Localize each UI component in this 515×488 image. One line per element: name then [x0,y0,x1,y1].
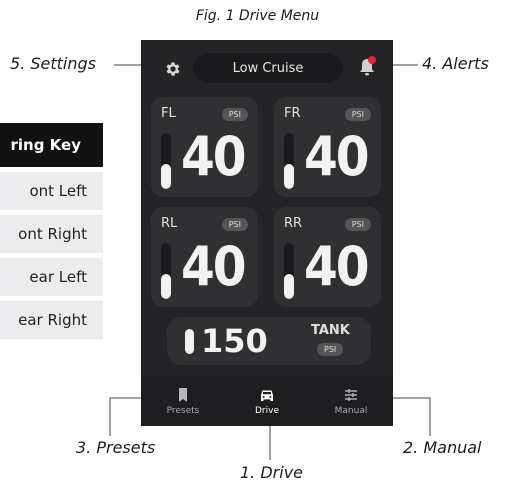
tire-tile-fl[interactable]: FL PSI 40 [151,97,258,197]
callout-alerts: 4. Alerts [422,54,489,73]
bell-icon[interactable] [357,55,379,79]
tank-value: 150 [201,322,268,360]
key-row-front-left: ont Left [0,172,103,210]
gauge-fill [284,163,294,189]
tire-tile-fr[interactable]: FR PSI 40 [274,97,381,197]
callout-presets: 3. Presets [76,438,156,457]
key-row-rear-left: ear Left [0,258,103,296]
psi-badge: PSI [221,108,248,121]
pressure-value: 40 [304,125,370,188]
gauge-fill [161,273,171,299]
gauge-fill [161,163,171,189]
tile-corner-label: RR [284,216,303,231]
tile-corner-label: FL [161,106,176,121]
bookmark-icon [179,387,187,402]
callout-manual: 2. Manual [403,438,482,457]
corner-key-table: ring Key ont Left ont Right ear Left ear… [0,123,103,339]
figure-caption: Fig. 1 Drive Menu [195,8,320,24]
pressure-gauge [284,133,294,189]
gear-icon[interactable] [161,57,185,81]
nav-manual[interactable]: Manual [309,376,393,426]
bottom-nav: Presets Drive Manual [141,376,393,426]
sliders-icon [345,388,357,401]
tire-tile-rl[interactable]: RL PSI 40 [151,207,258,307]
tile-corner-label: RL [161,216,178,231]
psi-badge: PSI [221,218,248,231]
callout-settings: 5. Settings [10,54,96,73]
tile-corner-label: FR [284,106,301,121]
pressure-gauge [161,243,171,299]
car-icon [261,390,273,401]
tire-tile-rr[interactable]: RR PSI 40 [274,207,381,307]
psi-badge: PSI [317,343,344,356]
nav-presets[interactable]: Presets [141,376,225,426]
pressure-value: 40 [304,235,370,298]
drive-mode-selector[interactable]: Low Cruise [193,53,343,83]
callout-drive: 1. Drive [240,463,304,482]
nav-label: Drive [255,405,279,416]
nav-drive[interactable]: Drive [225,376,309,426]
pressure-gauge [161,133,171,189]
key-row-front-right: ont Right [0,215,103,253]
alert-dot [368,56,376,64]
phone-screen: Low Cruise FL PSI 40 FR PSI 40 RL PSI 40… [141,40,393,426]
pressure-gauge [284,243,294,299]
tank-tile[interactable]: 150 TANK PSI [167,317,371,365]
nav-label: Presets [166,405,200,416]
tank-gauge [185,329,194,354]
pressure-value: 40 [181,235,247,298]
gauge-fill [284,273,294,299]
psi-badge: PSI [344,218,371,231]
psi-badge: PSI [344,108,371,121]
pressure-value: 40 [181,125,247,188]
nav-label: Manual [334,405,368,416]
key-row-rear-right: ear Right [0,301,103,339]
tank-label: TANK [311,323,350,338]
key-header: ring Key [0,123,103,167]
